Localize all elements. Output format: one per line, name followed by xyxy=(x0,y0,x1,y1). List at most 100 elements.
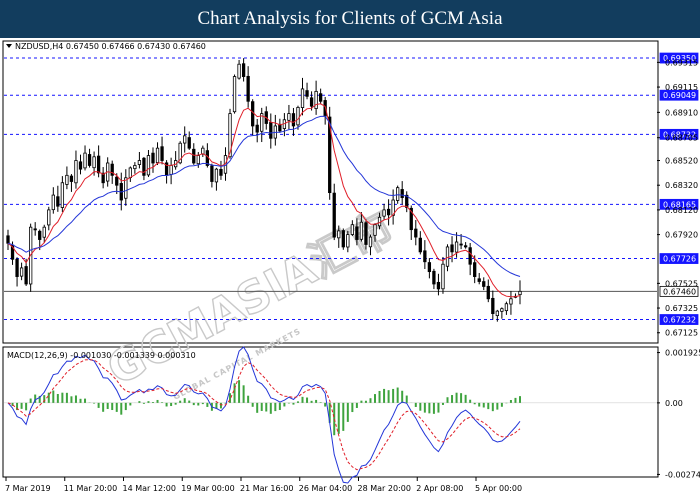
candle-body xyxy=(473,262,477,277)
candle-body xyxy=(482,281,486,287)
candle-body xyxy=(137,160,142,165)
candle-body xyxy=(450,244,454,253)
candle-body xyxy=(19,267,24,277)
candle-body xyxy=(454,241,459,253)
candle-body xyxy=(504,303,509,312)
candle-body xyxy=(491,297,495,315)
candle-body xyxy=(377,216,382,227)
level-price-label: 0.67232 xyxy=(663,316,696,325)
x-tick-label: 11 Mar 20:00 xyxy=(64,484,117,493)
candle-body xyxy=(51,194,55,211)
candle-body xyxy=(196,155,200,165)
candle-body xyxy=(78,161,83,170)
candle-body xyxy=(214,168,219,183)
macd-tick-label: 0.001925 xyxy=(665,349,700,358)
price-tick-label: 0.68520 xyxy=(665,157,698,166)
candle-body xyxy=(42,226,46,238)
candle-body xyxy=(192,148,196,164)
macd-tick-label: -0.00274 xyxy=(665,470,700,479)
level-price-label: 0.67460 xyxy=(663,287,696,296)
candle-body xyxy=(210,165,214,182)
candle-body xyxy=(38,230,42,240)
candle-body xyxy=(124,177,128,199)
symbol-header: NZDUSD,H4 0.67450 0.67466 0.67430 0.6746… xyxy=(6,42,206,51)
candle-body xyxy=(255,124,259,133)
candle-body xyxy=(237,63,241,79)
candle-body xyxy=(291,113,296,127)
candle-body xyxy=(6,235,10,244)
x-tick-label: 5 Apr 00:00 xyxy=(475,484,522,493)
candle-body xyxy=(396,187,400,201)
candle-body xyxy=(400,189,404,198)
candle-body xyxy=(60,182,65,208)
candle-body xyxy=(146,155,151,176)
candle-body xyxy=(486,285,490,300)
candle-body xyxy=(241,63,246,77)
candle-body xyxy=(251,101,255,127)
x-tick-label: 14 Mar 12:00 xyxy=(123,484,176,493)
candle-body xyxy=(87,154,92,166)
candle-body xyxy=(47,209,51,226)
price-tick-label: 0.67125 xyxy=(665,329,698,338)
candle-body xyxy=(445,246,450,267)
candle-body xyxy=(373,224,377,236)
candle-body xyxy=(468,247,472,265)
candle-body xyxy=(418,237,422,253)
candle-body xyxy=(269,122,273,139)
price-tick-label: 0.68705 xyxy=(665,134,698,143)
candle-body xyxy=(187,137,191,149)
level-price-label: 0.67726 xyxy=(663,255,696,264)
candle-body xyxy=(69,175,74,182)
candle-body xyxy=(65,174,69,185)
x-tick-label: 26 Mar 04:00 xyxy=(299,484,352,493)
candle-body xyxy=(459,243,463,246)
candle-body xyxy=(359,221,364,240)
candle-body xyxy=(24,266,28,285)
candle-body xyxy=(33,228,37,231)
candle-body xyxy=(423,250,427,263)
candle-body xyxy=(427,262,432,273)
candle-body xyxy=(115,176,119,186)
candle-body xyxy=(300,88,305,108)
candle-body xyxy=(183,135,187,144)
candle-body xyxy=(432,270,436,285)
candle-body xyxy=(382,209,386,217)
candle-body xyxy=(318,93,323,102)
candle-body xyxy=(128,167,132,178)
macd-header-text: MACD(12,26,9) -0.001030 -0.001339 0.0003… xyxy=(7,351,196,360)
candle-body xyxy=(463,245,468,248)
candle-body xyxy=(368,236,373,248)
price-tick-label: 0.67525 xyxy=(665,279,698,288)
candle-body xyxy=(133,165,137,170)
price-tick-label: 0.69315 xyxy=(665,58,698,67)
candle-body xyxy=(92,156,96,169)
price-tick-label: 0.68910 xyxy=(665,108,698,117)
chart-banner-title: Chart Analysis for Clients of GCM Asia xyxy=(0,0,700,38)
candle-body xyxy=(56,196,60,207)
candle-body xyxy=(96,155,101,174)
candle-body xyxy=(509,298,513,305)
forex-chart: GCMASIA汇市GLOBAL CAPITAL MARKETS 0.693500… xyxy=(0,38,700,500)
x-tick-label: 21 Mar 16:00 xyxy=(240,484,293,493)
candle-body xyxy=(386,208,391,216)
candle-body xyxy=(74,160,78,184)
candle-body xyxy=(83,152,87,169)
price-tick-label: 0.68320 xyxy=(665,181,698,190)
level-price-label: 0.69049 xyxy=(663,91,696,100)
candle-body xyxy=(495,310,499,317)
candle-body xyxy=(518,290,522,296)
candle-body xyxy=(296,107,300,126)
candle-body xyxy=(309,97,314,107)
candle-body xyxy=(332,192,336,238)
price-tick-label: 0.67920 xyxy=(665,231,698,240)
candle-body xyxy=(15,258,19,277)
candle-body xyxy=(337,230,341,239)
candle-body xyxy=(305,90,309,97)
candle-body xyxy=(346,234,350,248)
candle-body xyxy=(441,263,445,290)
x-tick-label: 7 Mar 2019 xyxy=(5,484,51,493)
candle-body xyxy=(169,165,173,175)
candle-body xyxy=(436,281,441,290)
price-tick-label: 0.67325 xyxy=(665,304,698,313)
candle-body xyxy=(414,228,418,238)
